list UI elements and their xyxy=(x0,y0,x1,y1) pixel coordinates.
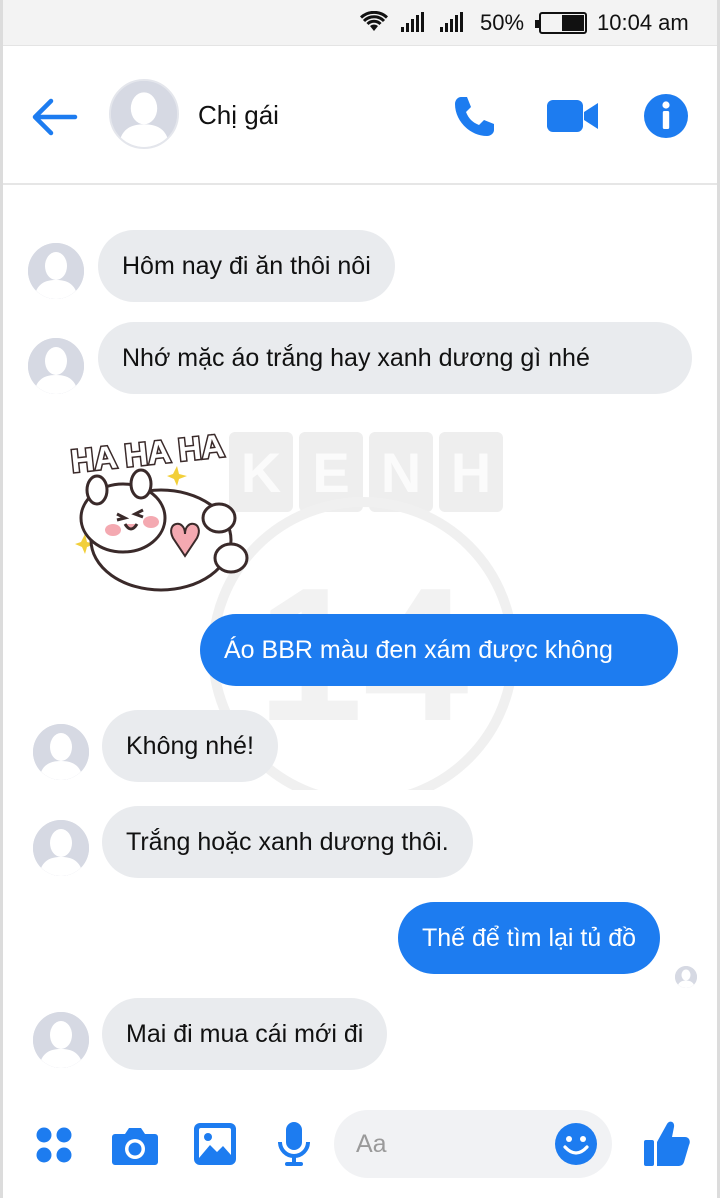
messenger-screen: 50% 10:04 am Chị gái K E N H Hôm nay đi … xyxy=(3,0,717,1198)
avatar-placeholder-icon xyxy=(28,243,84,299)
watermark-letter: H xyxy=(451,441,491,504)
wifi-icon xyxy=(360,11,388,31)
battery-icon xyxy=(535,12,587,34)
avatar-placeholder-icon xyxy=(28,338,84,394)
sender-avatar[interactable] xyxy=(33,1012,89,1068)
watermark-letter: N xyxy=(381,441,421,504)
message-input[interactable] xyxy=(356,1124,536,1164)
composer-bar xyxy=(3,1092,717,1198)
sender-avatar[interactable] xyxy=(28,338,84,394)
signal-icon xyxy=(401,12,425,32)
message-bubble-outgoing[interactable]: Thế để tìm lại tủ đồ xyxy=(398,902,661,974)
clock: 10:04 am xyxy=(597,10,689,35)
back-arrow-icon[interactable] xyxy=(29,95,79,139)
contact-name[interactable]: Chị gái xyxy=(198,100,279,131)
battery-percent: 50% xyxy=(480,10,525,35)
message-bubble-incoming[interactable]: Mai đi mua cái mới đi xyxy=(102,998,388,1070)
avatar-placeholder-icon xyxy=(33,820,89,876)
message-composer xyxy=(334,1110,612,1178)
signal-icon xyxy=(440,12,464,32)
status-bar: 50% 10:04 am xyxy=(3,0,717,46)
message-bubble-incoming[interactable]: Nhớ mặc áo trắng hay xanh dương gì nhé xyxy=(98,322,692,394)
chat-header: Chị gái xyxy=(3,47,717,185)
message-bubble-incoming[interactable]: Hôm nay đi ăn thôi nôi xyxy=(98,230,395,302)
smiley-icon[interactable] xyxy=(554,1122,598,1166)
phone-icon[interactable] xyxy=(452,93,498,139)
avatar-placeholder-icon xyxy=(111,81,177,147)
message-bubble-outgoing[interactable]: Áo BBR màu đen xám được không xyxy=(200,614,678,686)
contact-avatar[interactable] xyxy=(109,79,179,149)
info-icon[interactable] xyxy=(643,93,689,139)
video-camera-icon[interactable] xyxy=(546,97,600,135)
message-bubble-incoming[interactable]: Không nhé! xyxy=(102,710,278,782)
seen-avatar xyxy=(675,966,697,988)
avatar-placeholder-icon xyxy=(33,724,89,780)
watermark-letter: E xyxy=(312,441,349,504)
avatar-placeholder-icon xyxy=(33,1012,89,1068)
image-icon[interactable] xyxy=(193,1122,237,1166)
sender-avatar[interactable] xyxy=(33,724,89,780)
sender-avatar[interactable] xyxy=(33,820,89,876)
camera-icon[interactable] xyxy=(111,1124,159,1166)
message-bubble-incoming[interactable]: Trắng hoặc xanh dương thôi. xyxy=(102,806,473,878)
thumbs-up-icon[interactable] xyxy=(643,1118,691,1168)
microphone-icon[interactable] xyxy=(276,1120,312,1168)
apps-grid-icon[interactable] xyxy=(35,1126,73,1164)
sender-avatar[interactable] xyxy=(28,243,84,299)
haha-sticker[interactable]: HA HA HA xyxy=(61,418,251,598)
